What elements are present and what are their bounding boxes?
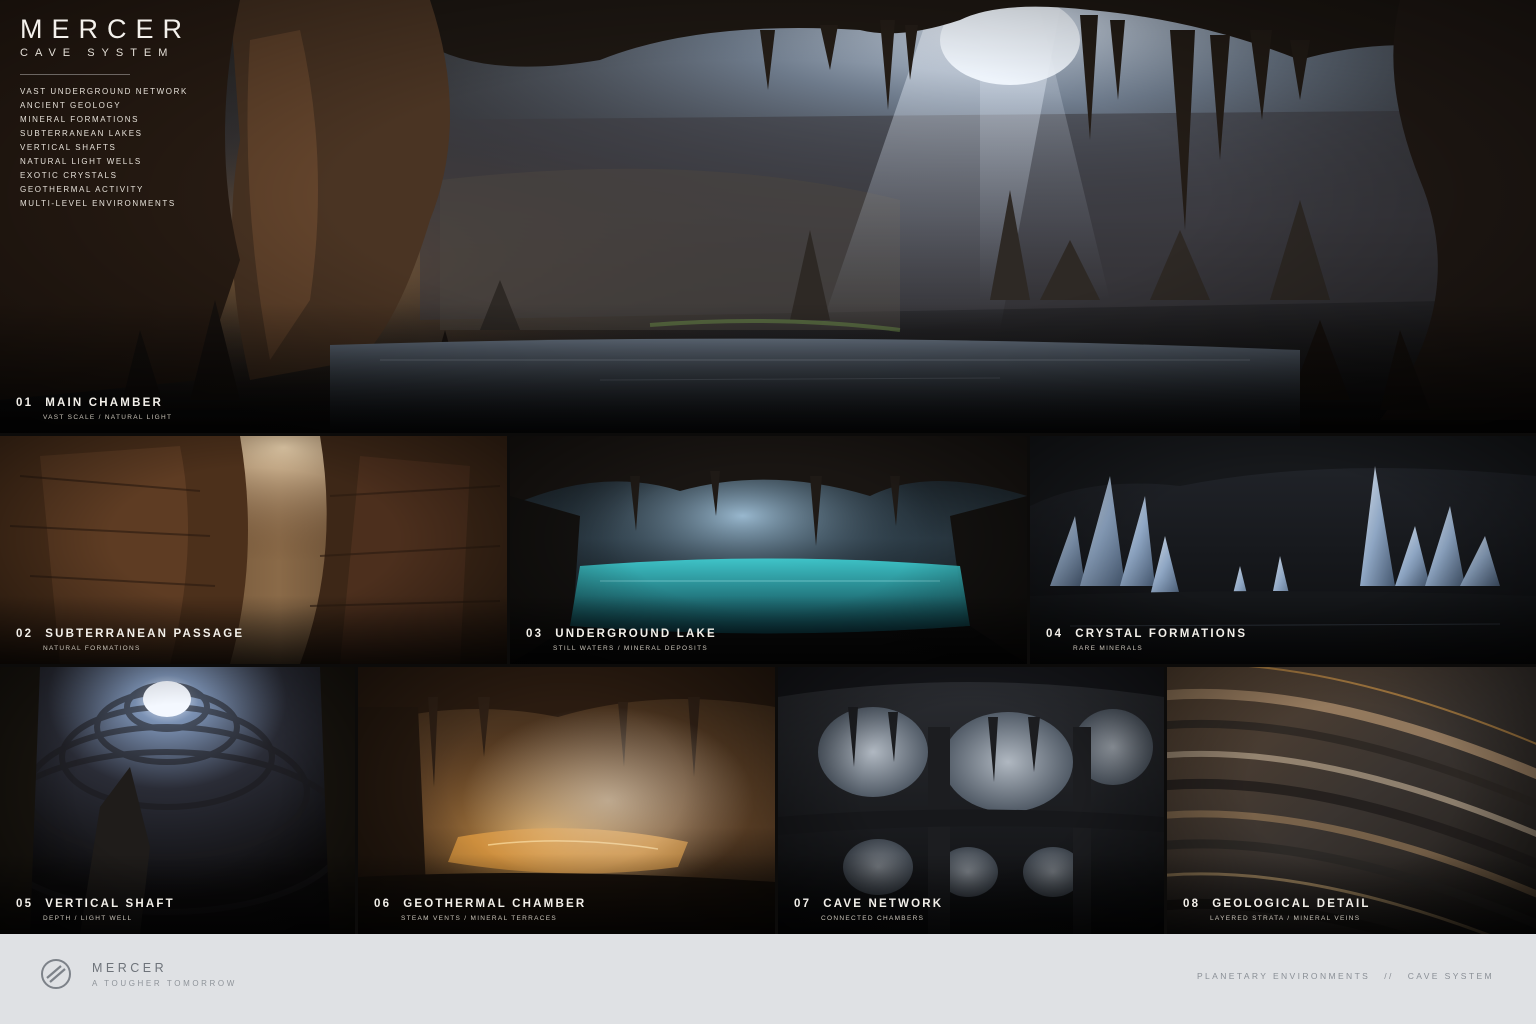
panel-caption: 06 GEOTHERMAL CHAMBER STEAM VENTS / MINER… xyxy=(374,898,586,922)
panel-subtitle: NATURAL FORMATIONS xyxy=(43,645,141,652)
geothermal-chamber-image xyxy=(358,667,775,934)
feature-item: EXOTIC CRYSTALS xyxy=(20,171,118,180)
panel-caption: 08 GEOLOGICAL DETAIL LAYERED STRATA / MIN… xyxy=(1183,898,1371,922)
main-chamber-image xyxy=(0,0,1536,433)
cave-network-image xyxy=(778,667,1164,934)
panel-caption: 01 MAIN CHAMBER VAST SCALE / NATURAL LIGH… xyxy=(16,397,172,421)
feature-item: GEOTHERMAL ACTIVITY xyxy=(20,185,144,194)
panel-subtitle: STILL WATERS / MINERAL DEPOSITS xyxy=(553,645,709,652)
panel-underground-lake: 03 UNDERGROUND LAKE STILL WATERS / MINERA… xyxy=(510,436,1027,664)
footer-page: CAVE SYSTEM xyxy=(1407,971,1494,981)
panel-subterranean-passage: 02 SUBTERRANEAN PASSAGE NATURAL FORMATION… xyxy=(0,436,507,664)
feature-item: SUBTERRANEAN LAKES xyxy=(20,129,143,138)
panel-geothermal-chamber: 06 GEOTHERMAL CHAMBER STEAM VENTS / MINER… xyxy=(358,667,775,934)
panel-title: GEOTHERMAL CHAMBER xyxy=(403,898,587,910)
panel-subtitle: LAYERED STRATA / MINERAL VEINS xyxy=(1210,915,1361,922)
brand-title: MERCER xyxy=(20,14,192,44)
mercer-logo-icon xyxy=(41,959,71,989)
geological-detail-image xyxy=(1167,667,1536,934)
panel-number: 07 xyxy=(794,898,812,910)
panel-title: CRYSTAL FORMATIONS xyxy=(1075,628,1248,640)
panel-number: 04 xyxy=(1046,628,1064,640)
footer-brand: MERCER xyxy=(92,961,168,975)
panel-caption: 07 CAVE NETWORK CONNECTED CHAMBERS xyxy=(794,898,943,922)
panel-caption: 04 CRYSTAL FORMATIONS RARE MINERALS xyxy=(1046,628,1247,652)
panel-title: GEOLOGICAL DETAIL xyxy=(1212,898,1371,910)
feature-item: MULTI-LEVEL ENVIRONMENTS xyxy=(20,199,176,208)
footer-section: PLANETARY ENVIRONMENTS xyxy=(1196,971,1371,981)
footer-tagline: A TOUGHER TOMORROW xyxy=(92,979,237,988)
panel-subtitle: CONNECTED CHAMBERS xyxy=(821,915,925,922)
panel-subtitle: VAST SCALE / NATURAL LIGHT xyxy=(43,414,173,421)
panel-title: SUBTERRANEAN PASSAGE xyxy=(45,628,245,640)
panel-crystal-formations: 04 CRYSTAL FORMATIONS RARE MINERALS xyxy=(1030,436,1536,664)
feature-item: VAST UNDERGROUND NETWORK xyxy=(20,87,188,96)
panel-title: VERTICAL SHAFT xyxy=(45,898,175,910)
panel-number: 08 xyxy=(1183,898,1201,910)
panel-vertical-shaft: 05 VERTICAL SHAFT DEPTH / LIGHT WELL xyxy=(0,667,355,934)
brand-subtitle: CAVE SYSTEM xyxy=(20,47,175,59)
panel-geological-detail: 08 GEOLOGICAL DETAIL LAYERED STRATA / MIN… xyxy=(1167,667,1536,934)
panel-number: 05 xyxy=(16,898,34,910)
footer-breadcrumb: PLANETARY ENVIRONMENTS // CAVE SYSTEM xyxy=(1197,971,1494,981)
footer-separator: // xyxy=(1384,971,1394,981)
footer-bar: MERCER A TOUGHER TOMORROW PLANETARY ENVI… xyxy=(0,934,1536,1024)
panel-main-chamber: MERCER CAVE SYSTEM VAST UNDERGROUND NETW… xyxy=(0,0,1536,433)
panel-number: 06 xyxy=(374,898,392,910)
vertical-shaft-image xyxy=(0,667,355,934)
panel-title: UNDERGROUND LAKE xyxy=(555,628,717,640)
panel-number: 02 xyxy=(16,628,34,640)
panel-subtitle: STEAM VENTS / MINERAL TERRACES xyxy=(401,915,558,922)
panel-subtitle: RARE MINERALS xyxy=(1073,645,1143,652)
panel-title: CAVE NETWORK xyxy=(823,898,944,910)
title-block: MERCER CAVE SYSTEM VAST UNDERGROUND NETW… xyxy=(20,14,191,211)
feature-item: MINERAL FORMATIONS xyxy=(20,115,140,124)
panel-title: MAIN CHAMBER xyxy=(45,397,163,409)
panel-number: 03 xyxy=(526,628,544,640)
panel-caption: 03 UNDERGROUND LAKE STILL WATERS / MINERA… xyxy=(526,628,717,652)
title-divider xyxy=(20,74,130,75)
feature-list: VAST UNDERGROUND NETWORK ANCIENT GEOLOGY… xyxy=(20,85,191,211)
feature-item: ANCIENT GEOLOGY xyxy=(20,101,122,110)
panel-caption: 02 SUBTERRANEAN PASSAGE NATURAL FORMATION… xyxy=(16,628,244,652)
panel-cave-network: 07 CAVE NETWORK CONNECTED CHAMBERS xyxy=(778,667,1164,934)
feature-item: VERTICAL SHAFTS xyxy=(20,143,117,152)
panel-subtitle: DEPTH / LIGHT WELL xyxy=(43,915,133,922)
feature-item: NATURAL LIGHT WELLS xyxy=(20,157,142,166)
panel-caption: 05 VERTICAL SHAFT DEPTH / LIGHT WELL xyxy=(16,898,175,922)
panel-number: 01 xyxy=(16,397,34,409)
